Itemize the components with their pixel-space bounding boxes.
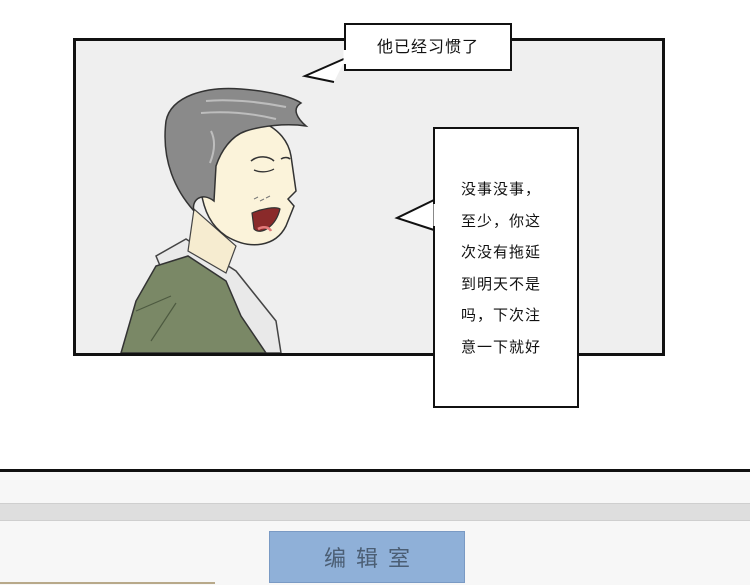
speech-line: 至少，你这 — [461, 211, 542, 230]
toolbar — [0, 472, 750, 503]
footer-underline — [0, 582, 215, 584]
speech-line: 次没有拖延 — [461, 243, 542, 262]
editor-room-button[interactable]: 编辑室 — [269, 531, 465, 583]
toolbar-strip — [0, 504, 750, 521]
speech-bubble-right: 没事没事， 至少，你这 次没有拖延 到明天不是 吗，下次注 意一下就好 — [433, 127, 579, 408]
speech-line: 意一下就好 — [461, 337, 542, 356]
speech-line: 到明天不是 — [461, 274, 542, 293]
speech-line: 没事没事， — [461, 180, 542, 198]
speech-bubble-top: 他已经习惯了 — [344, 23, 512, 71]
speech-line: 吗，下次注 — [461, 306, 542, 325]
